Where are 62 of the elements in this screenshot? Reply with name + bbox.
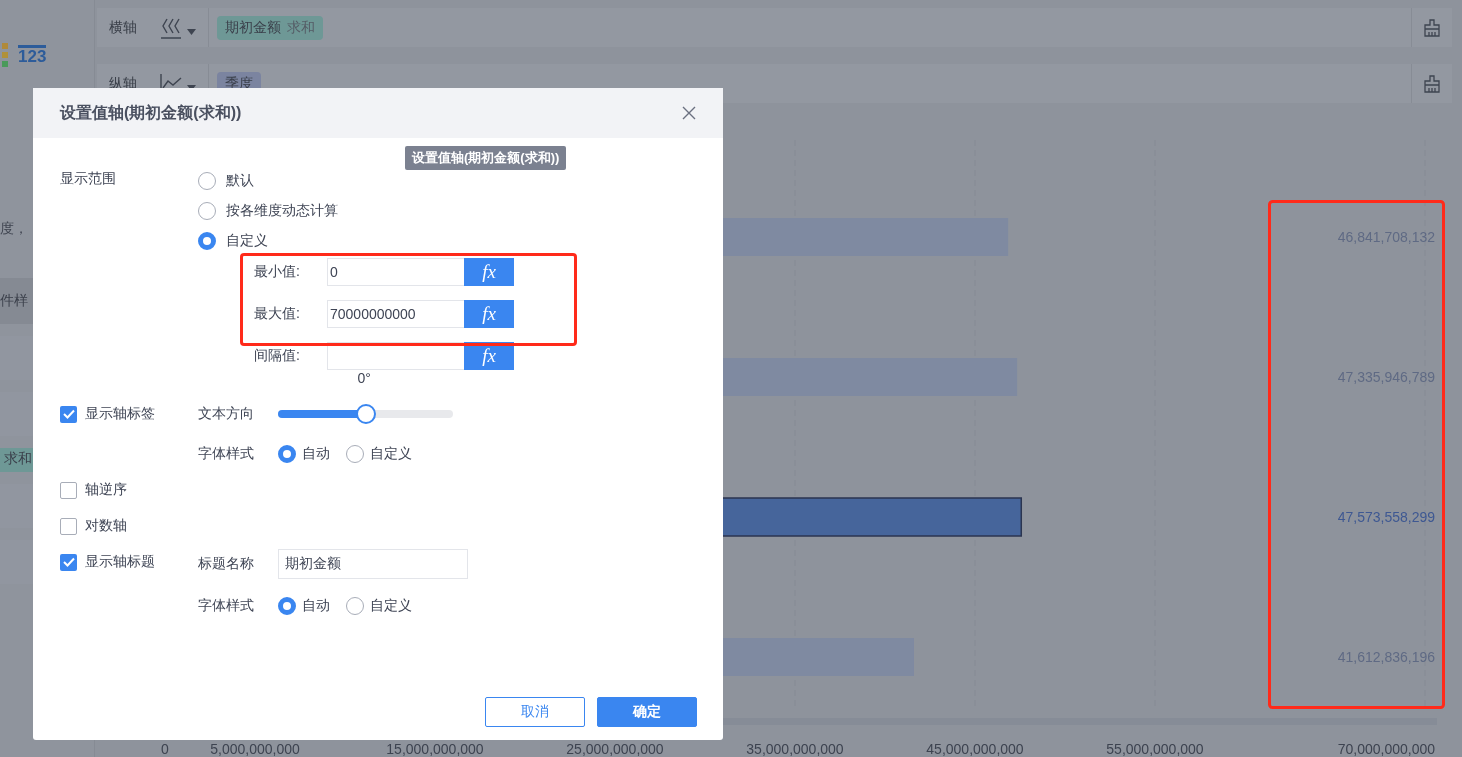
radio-label: 默认 [226,172,254,190]
axis-tick-label: 35,000,000,000 [746,741,844,757]
radio-label: 自定义 [370,597,412,615]
slider-reading: 0° [357,370,371,386]
radio-label: 自定义 [370,445,412,463]
field-label: 最大值: [254,305,301,323]
axis-tick-label: 70,000,000,000 [1337,741,1435,757]
section-title: 件样 [0,292,28,310]
value-field[interactable] [327,342,464,370]
axis-tick-label: 45,000,000,000 [926,741,1024,757]
section-label: 显示范围 [60,169,117,188]
field-label: 间隔值: [254,347,301,365]
radio-button[interactable] [346,597,364,615]
checkbox-label: 显示轴标题 [85,553,155,571]
radio-button[interactable] [198,202,216,220]
bar-chart-icon[interactable] [159,16,183,39]
slider[interactable] [278,404,453,424]
slider-thumb[interactable] [355,404,376,424]
brush-icon[interactable] [1422,73,1442,94]
formula-button[interactable]: fx [464,258,514,286]
radio-button[interactable] [198,172,216,190]
confirm-button[interactable]: 确定 [597,697,697,727]
axis-tick-label: 5,000,000,000 [210,741,300,757]
close-button[interactable] [681,105,697,121]
setting-label: 标题名称 [198,555,255,573]
cancel-button[interactable]: 取消 [485,697,585,727]
tooltip: 设置值轴(期初金额(求和)) [405,146,567,170]
checkbox[interactable] [60,405,77,423]
checkbox-label: 轴逆序 [85,481,127,499]
field-label: 最小值: [254,263,301,281]
setting-label: 文本方向 [198,405,255,423]
radio-button[interactable] [278,445,296,463]
value-field[interactable]: 0 [327,258,464,286]
setting-label: 字体样式 [198,597,255,615]
axis-label: 横轴 [108,18,138,37]
checkbox-label: 对数轴 [85,517,127,535]
radio-button[interactable] [346,445,364,463]
value-field[interactable]: 70000000000 [327,300,464,328]
axis-tick-label: 15,000,000,000 [386,741,484,757]
checkbox[interactable] [60,517,77,535]
radio-button[interactable] [278,597,296,615]
field-tag[interactable]: 期初金额 求和 [217,15,323,40]
setting-label: 字体样式 [198,445,255,463]
radio-label: 自定义 [226,232,268,250]
checkbox-label: 显示轴标签 [85,405,155,423]
radio-button[interactable] [198,232,216,250]
radio-label: 自动 [302,597,330,615]
brush-icon[interactable] [1422,17,1442,38]
formula-button[interactable]: fx [464,300,514,328]
value-label: 47,573,558,299 [1337,509,1435,525]
axis-tick-label: 55,000,000,000 [1106,741,1204,757]
checkbox[interactable] [60,481,77,499]
checkbox[interactable] [60,553,77,571]
radio-label: 按各维度动态计算 [226,202,338,220]
axis-tick-label: 0 [161,741,169,757]
axis-tick-label: 25,000,000,000 [566,741,664,757]
title-field[interactable]: 期初金额 [278,549,468,579]
formula-button[interactable]: fx [464,342,514,370]
radio-label: 自动 [302,445,330,463]
description-text: 度， [0,220,28,238]
scrollbar[interactable] [723,718,1437,725]
dialog-title: 设置值轴(期初金额(求和)) [60,102,242,123]
